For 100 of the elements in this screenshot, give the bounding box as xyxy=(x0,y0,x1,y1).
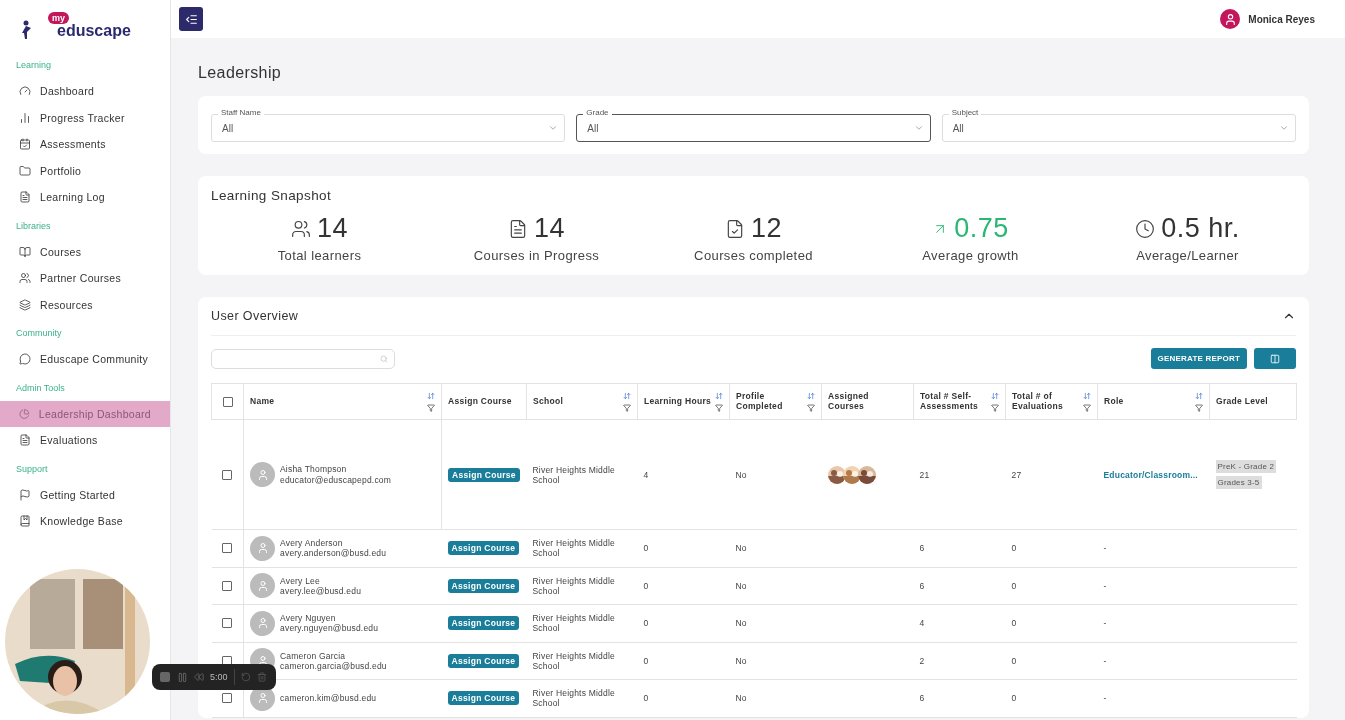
generate-report-button[interactable]: GENERATE REPORT xyxy=(1150,348,1247,369)
table-cell: 21 xyxy=(919,469,930,480)
table-cell: 0 xyxy=(643,655,649,666)
sidebar-item[interactable]: Portfolio xyxy=(0,157,170,184)
overview-title: User Overview xyxy=(211,309,299,323)
recording-time: 5:00 xyxy=(210,672,228,682)
user-name-text: Avery Nguyen xyxy=(280,613,337,624)
sidebar-item[interactable]: Getting Started xyxy=(0,481,170,508)
email-text: cameron.garcia@busd.edu xyxy=(280,660,387,671)
email-text: avery.lee@busd.edu xyxy=(280,585,362,596)
table-cell: River Heights Middle School xyxy=(532,464,615,485)
stat-label: Courses in Progress xyxy=(473,248,600,263)
stat-value: 0.5 hr. xyxy=(1161,213,1240,244)
assign-course-button[interactable]: Assign Course xyxy=(447,653,520,668)
stat-value: 14 xyxy=(316,213,348,244)
email-text: avery.nguyen@busd.edu xyxy=(280,623,379,634)
table-cell: - xyxy=(1103,580,1107,591)
table-cell: No xyxy=(735,580,747,591)
role-link[interactable]: Educator/Classroom... xyxy=(1103,469,1198,480)
sidebar-item[interactable]: Resources xyxy=(0,291,170,318)
column-header: Role xyxy=(1104,396,1124,407)
assign-course-button[interactable]: Assign Course xyxy=(447,616,520,631)
table-cell: River Heights Middle School xyxy=(532,688,615,709)
table-cell: No xyxy=(735,543,747,554)
table-cell: - xyxy=(1103,693,1107,704)
table-cell: 0 xyxy=(643,543,649,554)
grade-tag: Grades 3-5 xyxy=(1215,476,1262,489)
stat-value: 12 xyxy=(750,213,782,244)
stat-value: 0.75 xyxy=(954,213,1009,244)
table-cell: River Heights Middle School xyxy=(532,613,615,634)
grade-tag: PreK - Grade 2 xyxy=(1215,460,1277,473)
table-cell: 2 xyxy=(919,655,925,666)
table-cell: No xyxy=(735,655,747,666)
table-cell: River Heights Middle School xyxy=(532,538,615,559)
sidebar-item[interactable]: Evaluations xyxy=(0,427,170,454)
sidebar-section-title: Support xyxy=(15,462,49,476)
assign-course-button[interactable]: Assign Course xyxy=(447,541,520,556)
table-cell: 0 xyxy=(1011,655,1017,666)
sidebar-item[interactable]: Partner Courses xyxy=(0,265,170,292)
table-cell: 0 xyxy=(1011,580,1017,591)
sidebar-item[interactable]: Assessments xyxy=(0,131,170,158)
sidebar-section-title: Admin Tools xyxy=(15,381,66,395)
column-header: Name xyxy=(250,396,275,407)
table-cell: 0 xyxy=(643,580,649,591)
stat-label: Average/Learner xyxy=(1136,248,1239,263)
sidebar-section-title: Learning xyxy=(15,59,53,72)
column-header: Total # of Evaluations xyxy=(1012,391,1064,412)
email-text: cameron.kim@busd.edu xyxy=(280,693,377,704)
table-cell: - xyxy=(1103,618,1107,629)
column-header: Grade Level xyxy=(1216,396,1268,407)
stat-label: Courses completed xyxy=(694,248,813,263)
user-name-text: Avery Lee xyxy=(280,575,321,586)
logo-badge: my xyxy=(48,12,69,24)
sidebar-item[interactable]: Courses xyxy=(0,238,170,265)
logo-text: eduscape xyxy=(57,22,131,40)
sidebar-item[interactable]: Learning Log xyxy=(0,184,170,211)
email-text: avery.anderson@busd.edu xyxy=(280,548,387,559)
sidebar-item[interactable]: Knowledge Base xyxy=(0,508,170,535)
column-header: School xyxy=(533,396,564,407)
table-cell: River Heights Middle School xyxy=(532,650,615,671)
sidebar-section-title: Libraries xyxy=(15,219,52,233)
sidebar-item[interactable]: Progress Tracker xyxy=(0,104,170,131)
table-cell: 6 xyxy=(919,693,925,704)
stat-label: Average growth xyxy=(922,248,1019,263)
user-name-text: Aisha Thompson xyxy=(280,464,348,475)
user-name-text: Cameron Garcia xyxy=(280,650,347,661)
user-name-text: Avery Anderson xyxy=(280,538,344,549)
table-cell: 4 xyxy=(919,618,925,629)
table-cell: - xyxy=(1103,543,1107,554)
user-name: Monica Reyes xyxy=(1248,13,1315,25)
sidebar-item[interactable]: Dashboard xyxy=(0,78,170,105)
assign-course-button[interactable]: Assign Course xyxy=(448,467,520,482)
table-cell: No xyxy=(735,693,747,704)
table-cell: 0 xyxy=(643,693,649,704)
table-cell: 0 xyxy=(1011,543,1017,554)
table-cell: 0 xyxy=(643,618,649,629)
table-cell: 27 xyxy=(1011,469,1022,480)
sidebar-item[interactable]: Eduscape Community xyxy=(0,346,170,373)
stat-label: Total learners xyxy=(277,248,362,263)
page-title: Leadership xyxy=(198,64,283,82)
table-cell: No xyxy=(735,469,747,480)
snapshot-title: Learning Snapshot xyxy=(211,188,333,203)
column-header: Profile Completed xyxy=(736,391,784,412)
email-text: educator@eduscapepd.com xyxy=(280,474,392,485)
table-cell: 4 xyxy=(643,469,649,480)
stat-value: 14 xyxy=(533,213,565,244)
table-cell: 6 xyxy=(919,580,925,591)
column-header: Assign Course xyxy=(448,396,512,407)
table-cell: 0 xyxy=(1011,618,1017,629)
table-cell: 0 xyxy=(1011,693,1017,704)
table-cell: No xyxy=(735,618,747,629)
table-cell: River Heights Middle School xyxy=(532,575,615,596)
assign-course-button[interactable]: Assign Course xyxy=(447,691,520,706)
sidebar-section-title: Community xyxy=(15,327,63,340)
table-cell: - xyxy=(1103,655,1107,666)
column-header: Total # Self-Assessments xyxy=(920,391,980,412)
assign-course-button[interactable]: Assign Course xyxy=(447,578,520,593)
table-cell: 6 xyxy=(919,543,925,554)
column-header: Learning Hours xyxy=(644,396,711,407)
column-header: Assigned Courses xyxy=(828,391,870,412)
